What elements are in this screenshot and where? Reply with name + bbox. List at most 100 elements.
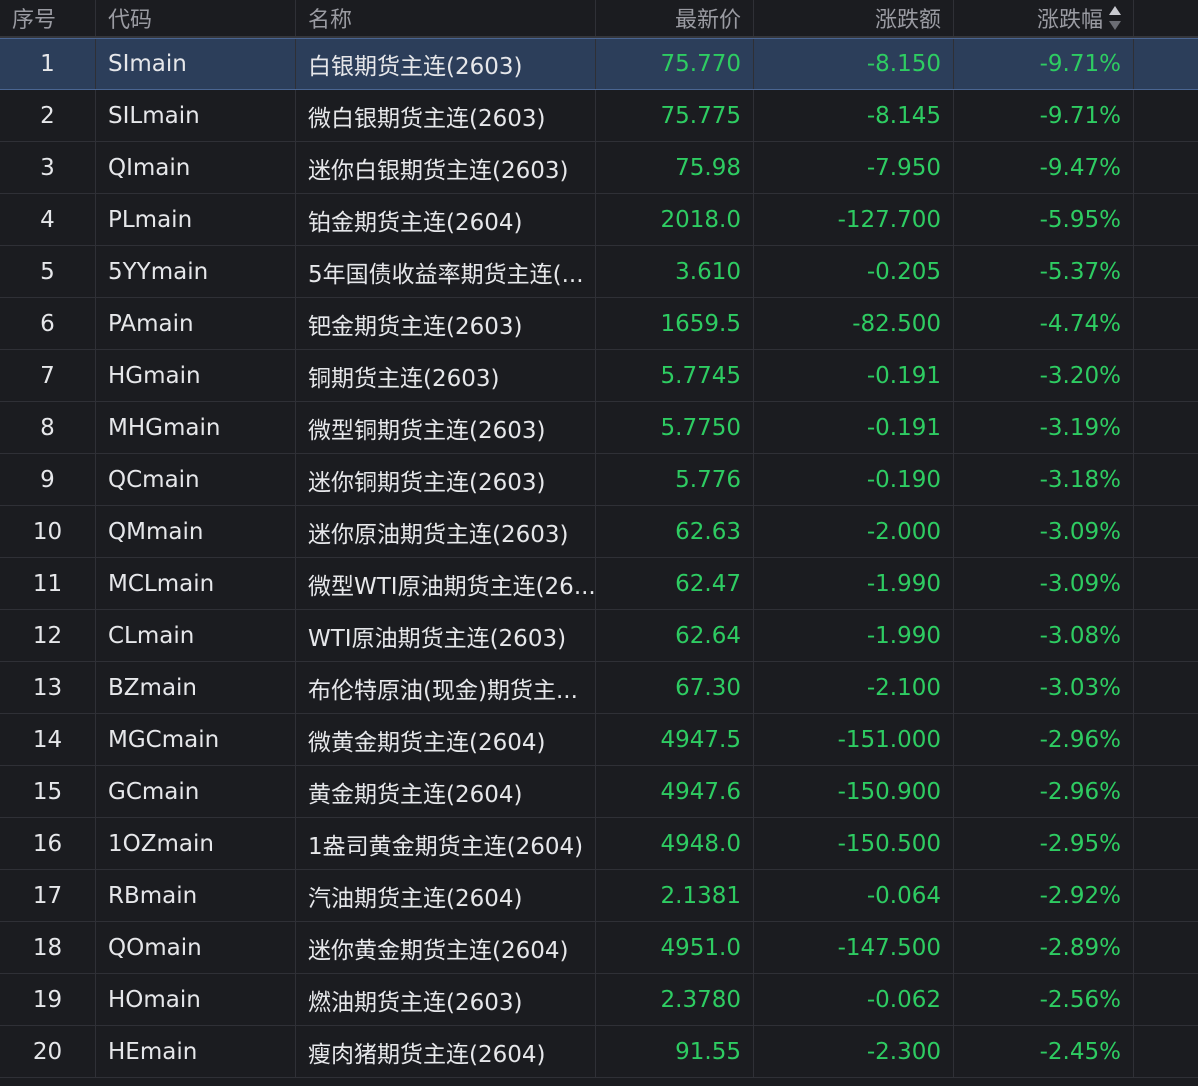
row-index: 5 — [0, 246, 96, 297]
row-spacer — [1134, 90, 1198, 141]
row-code: MGCmain — [96, 714, 296, 765]
row-name: 钯金期货主连(2603) — [296, 298, 596, 349]
row-code: PLmain — [96, 194, 296, 245]
table-row[interactable]: 13 BZmain 布伦特原油(现金)期货主... 67.30 -2.100 -3.03% — [0, 662, 1198, 714]
row-price: 4947.6 — [596, 766, 754, 817]
column-header-change-pct-label: 涨跌幅 — [1036, 8, 1103, 33]
table-row[interactable]: 16 1OZmain 1盎司黄金期货主连(2604) 4948.0 -150.500 -2… — [0, 818, 1198, 870]
column-header-index[interactable]: 序号 — [0, 0, 96, 36]
row-code: 1OZmain — [96, 818, 296, 869]
row-code: QImain — [96, 142, 296, 193]
row-spacer — [1134, 454, 1198, 505]
row-change-pct: -5.37% — [954, 246, 1134, 297]
row-change: -0.191 — [754, 350, 954, 401]
row-index: 9 — [0, 454, 96, 505]
row-change: -2.100 — [754, 662, 954, 713]
table-row[interactable]: 9 QCmain 迷你铜期货主连(2603) 5.776 -0.190 -3.18% — [0, 454, 1198, 506]
row-change: -151.000 — [754, 714, 954, 765]
row-spacer — [1134, 1026, 1198, 1077]
column-header-name[interactable]: 名称 — [296, 0, 596, 36]
row-index: 13 — [0, 662, 96, 713]
row-price: 2.1381 — [596, 870, 754, 921]
table-row[interactable]: 2 SILmain 微白银期货主连(2603) 75.775 -8.145 -9.71% — [0, 90, 1198, 142]
table-row[interactable]: 15 GCmain 黄金期货主连(2604) 4947.6 -150.900 -2.96% — [0, 766, 1198, 818]
row-spacer — [1134, 350, 1198, 401]
row-index: 15 — [0, 766, 96, 817]
row-code: GCmain — [96, 766, 296, 817]
row-spacer — [1134, 558, 1198, 609]
table-row[interactable]: 19 HOmain 燃油期货主连(2603) 2.3780 -0.062 -2.56% — [0, 974, 1198, 1026]
row-index: 14 — [0, 714, 96, 765]
row-spacer — [1134, 974, 1198, 1025]
row-name: 铂金期货主连(2604) — [296, 194, 596, 245]
table-row[interactable]: 7 HGmain 铜期货主连(2603) 5.7745 -0.191 -3.20% — [0, 350, 1198, 402]
row-index: 17 — [0, 870, 96, 921]
row-change: -8.145 — [754, 90, 954, 141]
row-change-pct: -2.45% — [954, 1026, 1134, 1077]
table-row[interactable]: 10 QMmain 迷你原油期货主连(2603) 62.63 -2.000 -3.09% — [0, 506, 1198, 558]
row-change-pct: -9.71% — [954, 90, 1134, 141]
row-change-pct: -2.95% — [954, 818, 1134, 869]
row-name: 瘦肉猪期货主连(2604) — [296, 1026, 596, 1077]
table-row[interactable]: 12 CLmain WTI原油期货主连(2603) 62.64 -1.990 -3.08% — [0, 610, 1198, 662]
table-row[interactable]: 4 PLmain 铂金期货主连(2604) 2018.0 -127.700 -5.95% — [0, 194, 1198, 246]
row-spacer — [1134, 922, 1198, 973]
column-header-change[interactable]: 涨跌额 — [754, 0, 954, 36]
row-name: 铜期货主连(2603) — [296, 350, 596, 401]
row-index: 11 — [0, 558, 96, 609]
row-name: 黄金期货主连(2604) — [296, 766, 596, 817]
table-row[interactable]: 6 PAmain 钯金期货主连(2603) 1659.5 -82.500 -4.74% — [0, 298, 1198, 350]
row-change-pct: -3.09% — [954, 506, 1134, 557]
table-row[interactable]: 20 HEmain 瘦肉猪期货主连(2604) 91.55 -2.300 -2.45% — [0, 1026, 1198, 1078]
row-index: 16 — [0, 818, 96, 869]
row-change-pct: -3.20% — [954, 350, 1134, 401]
row-index: 3 — [0, 142, 96, 193]
futures-quote-table: 序号 代码 名称 最新价 涨跌额 涨跌幅 1 SImain 白银期货主连(2603)… — [0, 0, 1198, 1086]
row-change: -0.062 — [754, 974, 954, 1025]
row-change-pct: -5.95% — [954, 194, 1134, 245]
table-row[interactable]: 11 MCLmain 微型WTI原油期货主连(26... 62.47 -1.990 -3.… — [0, 558, 1198, 610]
row-index: 1 — [0, 39, 96, 89]
row-name: 迷你原油期货主连(2603) — [296, 506, 596, 557]
table-row[interactable]: 18 QOmain 迷你黄金期货主连(2604) 4951.0 -147.500 -2.8… — [0, 922, 1198, 974]
row-code: HOmain — [96, 974, 296, 1025]
row-price: 75.770 — [596, 39, 754, 89]
row-price: 62.64 — [596, 610, 754, 661]
row-spacer — [1134, 298, 1198, 349]
column-header-code[interactable]: 代码 — [96, 0, 296, 36]
table-row[interactable]: 17 RBmain 汽油期货主连(2604) 2.1381 -0.064 -2.92% — [0, 870, 1198, 922]
table-row[interactable]: 5 5YYmain 5年国债收益率期货主连(... 3.610 -0.205 -5.37% — [0, 246, 1198, 298]
row-spacer — [1134, 610, 1198, 661]
row-change: -147.500 — [754, 922, 954, 973]
row-change-pct: -3.09% — [954, 558, 1134, 609]
row-name: 微白银期货主连(2603) — [296, 90, 596, 141]
row-index: 18 — [0, 922, 96, 973]
row-code: 5YYmain — [96, 246, 296, 297]
row-code: HGmain — [96, 350, 296, 401]
row-price: 2.3780 — [596, 974, 754, 1025]
sort-updown-icon[interactable] — [1109, 5, 1121, 31]
header-spacer — [1134, 0, 1198, 36]
row-code: RBmain — [96, 870, 296, 921]
row-index: 8 — [0, 402, 96, 453]
row-index: 7 — [0, 350, 96, 401]
column-header-price[interactable]: 最新价 — [596, 0, 754, 36]
row-spacer — [1134, 766, 1198, 817]
row-price: 75.98 — [596, 142, 754, 193]
row-spacer — [1134, 506, 1198, 557]
table-row[interactable]: 14 MGCmain 微黄金期货主连(2604) 4947.5 -151.000 -2.9… — [0, 714, 1198, 766]
table-row[interactable]: 3 QImain 迷你白银期货主连(2603) 75.98 -7.950 -9.47% — [0, 142, 1198, 194]
row-change-pct: -4.74% — [954, 298, 1134, 349]
row-price: 5.776 — [596, 454, 754, 505]
row-name: 微型WTI原油期货主连(26... — [296, 558, 596, 609]
row-code: MHGmain — [96, 402, 296, 453]
row-code: BZmain — [96, 662, 296, 713]
row-name: 微型铜期货主连(2603) — [296, 402, 596, 453]
row-index: 10 — [0, 506, 96, 557]
table-row[interactable]: 8 MHGmain 微型铜期货主连(2603) 5.7750 -0.191 -3.19% — [0, 402, 1198, 454]
column-header-change-pct[interactable]: 涨跌幅 — [954, 0, 1134, 36]
row-spacer — [1134, 662, 1198, 713]
row-index: 6 — [0, 298, 96, 349]
table-header: 序号 代码 名称 最新价 涨跌额 涨跌幅 — [0, 0, 1198, 38]
table-row[interactable]: 1 SImain 白银期货主连(2603) 75.770 -8.150 -9.71% — [0, 38, 1198, 90]
